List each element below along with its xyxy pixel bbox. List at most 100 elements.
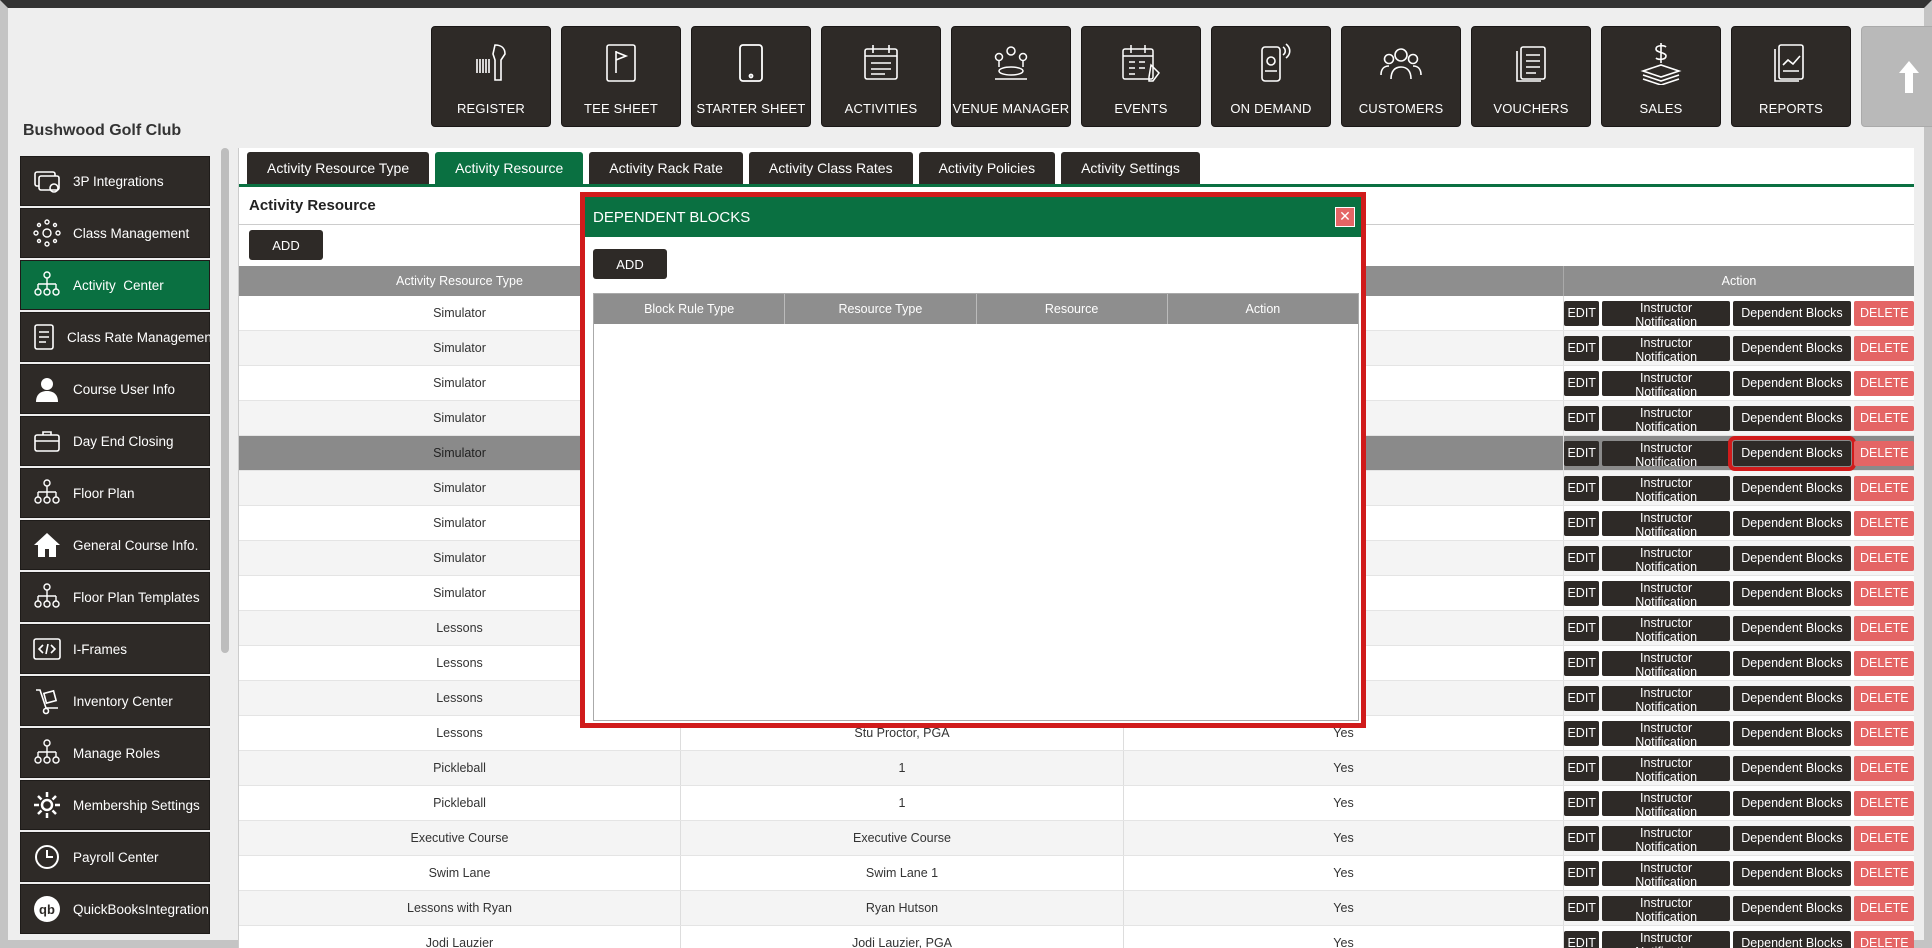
tab-activity-policies[interactable]: Activity Policies [918,152,1056,184]
delete-button[interactable]: DELETE [1854,755,1914,781]
tab-activity-resource-type[interactable]: Activity Resource Type [247,152,430,184]
sidebar-scrollbar[interactable] [221,148,229,653]
delete-button[interactable]: DELETE [1854,685,1914,711]
sidebar-item-floor-plan-templates[interactable]: Floor Plan Templates [20,572,210,622]
nav-venue-manager-button[interactable]: VENUE MANAGER [951,26,1071,127]
edit-button[interactable]: EDIT [1564,930,1600,948]
dependent-blocks-button[interactable]: Dependent Blocks [1732,475,1851,501]
instructor-notification-button[interactable]: Instructor Notification [1602,755,1730,784]
delete-button[interactable]: DELETE [1854,300,1914,326]
instructor-notification-button[interactable]: Instructor Notification [1602,930,1730,948]
edit-button[interactable]: EDIT [1564,440,1600,466]
instructor-notification-button[interactable]: Instructor Notification [1602,685,1730,714]
instructor-notification-button[interactable]: Instructor Notification [1602,440,1730,469]
instructor-notification-button[interactable]: Instructor Notification [1602,300,1730,329]
delete-button[interactable]: DELETE [1854,790,1914,816]
edit-button[interactable]: EDIT [1564,475,1600,501]
sidebar-item-floor-plan[interactable]: Floor Plan [20,468,210,518]
sidebar-item-inventory-center[interactable]: Inventory Center [20,676,210,726]
sidebar-item-3p-integrations[interactable]: 3P Integrations [20,156,210,206]
sidebar-item-membership-settings[interactable]: Membership Settings [20,780,210,830]
tab-activity-resource[interactable]: Activity Resource [435,152,584,184]
sidebar-item-general-course-info[interactable]: General Course Info. [20,520,210,570]
delete-button[interactable]: DELETE [1854,370,1914,396]
dependent-blocks-button[interactable]: Dependent Blocks [1732,615,1851,641]
delete-button[interactable]: DELETE [1854,860,1914,886]
nav-customers-button[interactable]: CUSTOMERS [1341,26,1461,127]
instructor-notification-button[interactable]: Instructor Notification [1602,615,1730,644]
delete-button[interactable]: DELETE [1854,930,1914,948]
table-row[interactable]: Pickleball 1 Yes EDIT Instructor Notificatio… [239,786,1914,821]
tab-activity-class-rates[interactable]: Activity Class Rates [748,152,913,184]
scroll-top-button[interactable] [1861,26,1932,127]
sidebar-item-activity-center[interactable]: Activity Center [20,260,210,310]
nav-starter-sheet-button[interactable]: STARTER SHEET [691,26,811,127]
dependent-blocks-button[interactable]: Dependent Blocks [1732,650,1851,676]
instructor-notification-button[interactable]: Instructor Notification [1602,335,1730,364]
table-row[interactable]: Executive Course Executive Course Yes EDIT I… [239,821,1914,856]
edit-button[interactable]: EDIT [1564,860,1600,886]
dependent-blocks-button[interactable]: Dependent Blocks [1732,580,1851,606]
sidebar-item-course-user-info[interactable]: Course User Info [20,364,210,414]
instructor-notification-button[interactable]: Instructor Notification [1602,860,1730,889]
instructor-notification-button[interactable]: Instructor Notification [1602,475,1730,504]
sidebar-item-payroll-center[interactable]: Payroll Center [20,832,210,882]
instructor-notification-button[interactable]: Instructor Notification [1602,545,1730,574]
delete-button[interactable]: DELETE [1854,475,1914,501]
dependent-blocks-button[interactable]: Dependent Blocks [1732,370,1851,396]
column-header[interactable]: Resource Type [785,294,977,324]
nav-events-button[interactable]: EVENTS [1081,26,1201,127]
sidebar-item-class-management[interactable]: Class Management [20,208,210,258]
nav-sales-button[interactable]: SALES [1601,26,1721,127]
nav-reports-button[interactable]: REPORTS [1731,26,1851,127]
dependent-blocks-button[interactable]: Dependent Blocks [1732,930,1851,948]
delete-button[interactable]: DELETE [1854,335,1914,361]
delete-button[interactable]: DELETE [1854,720,1914,746]
delete-button[interactable]: DELETE [1854,580,1914,606]
edit-button[interactable]: EDIT [1564,335,1600,361]
nav-on-demand-button[interactable]: ON DEMAND [1211,26,1331,127]
edit-button[interactable]: EDIT [1564,650,1600,676]
close-icon[interactable]: ✕ [1335,207,1355,227]
instructor-notification-button[interactable]: Instructor Notification [1602,370,1730,399]
delete-button[interactable]: DELETE [1854,825,1914,851]
edit-button[interactable]: EDIT [1564,895,1600,921]
table-row[interactable]: Pickleball 1 Yes EDIT Instructor Notificatio… [239,751,1914,786]
instructor-notification-button[interactable]: Instructor Notification [1602,510,1730,539]
table-row[interactable]: Swim Lane Swim Lane 1 Yes EDIT Instructor No… [239,856,1914,891]
tab-activity-rack-rate[interactable]: Activity Rack Rate [589,152,743,184]
dependent-blocks-button[interactable]: Dependent Blocks [1732,510,1851,536]
table-row[interactable]: Lessons with Ryan Ryan Hutson Yes EDIT Instr… [239,891,1914,926]
delete-button[interactable]: DELETE [1854,405,1914,431]
delete-button[interactable]: DELETE [1854,895,1914,921]
sidebar-item-manage-roles[interactable]: Manage Roles [20,728,210,778]
dependent-blocks-button[interactable]: Dependent Blocks [1732,860,1851,886]
add-resource-button[interactable]: ADD [249,230,323,260]
edit-button[interactable]: EDIT [1564,580,1600,606]
nav-register-button[interactable]: REGISTER [431,26,551,127]
table-row[interactable]: Jodi Lauzier Jodi Lauzier, PGA Yes EDIT Inst… [239,926,1914,948]
dependent-blocks-button[interactable]: Dependent Blocks [1732,685,1851,711]
dependent-blocks-button[interactable]: Dependent Blocks [1732,790,1851,816]
instructor-notification-button[interactable]: Instructor Notification [1602,405,1730,434]
edit-button[interactable]: EDIT [1564,825,1600,851]
instructor-notification-button[interactable]: Instructor Notification [1602,650,1730,679]
delete-button[interactable]: DELETE [1854,615,1914,641]
instructor-notification-button[interactable]: Instructor Notification [1602,580,1730,609]
dependent-blocks-button[interactable]: Dependent Blocks [1727,435,1857,471]
dependent-blocks-button[interactable]: Dependent Blocks [1732,545,1851,571]
dependent-blocks-button[interactable]: Dependent Blocks [1732,895,1851,921]
sidebar-item-quickbooksintegration[interactable]: qb QuickBooksIntegration [20,884,210,934]
column-header[interactable]: Block Rule Type [594,294,786,324]
edit-button[interactable]: EDIT [1564,755,1600,781]
dependent-blocks-button[interactable]: Dependent Blocks [1732,720,1851,746]
sidebar-item-class-rate-management[interactable]: Class Rate Management [20,312,210,362]
edit-button[interactable]: EDIT [1564,615,1600,641]
dialog-add-button[interactable]: ADD [593,249,667,279]
column-header[interactable]: Resource [977,294,1168,324]
dependent-blocks-button[interactable]: Dependent Blocks [1732,825,1851,851]
nav-vouchers-button[interactable]: VOUCHERS [1471,26,1591,127]
sidebar-item-i-frames[interactable]: I-Frames [20,624,210,674]
edit-button[interactable]: EDIT [1564,405,1600,431]
edit-button[interactable]: EDIT [1564,685,1600,711]
